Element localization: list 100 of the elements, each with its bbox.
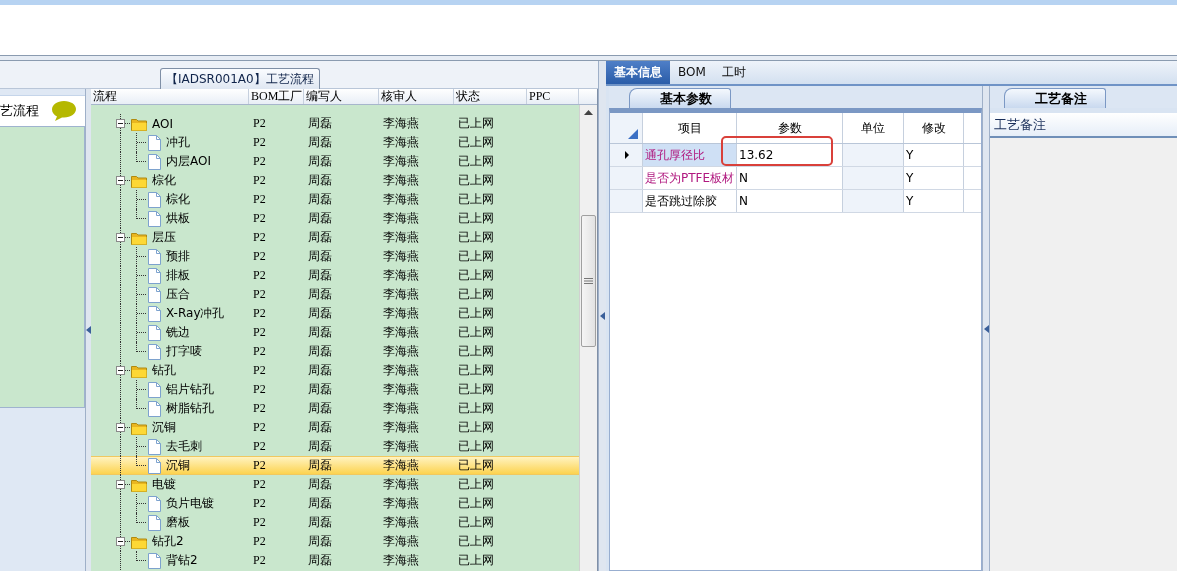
table-cell-text: 周磊 — [307, 286, 333, 303]
tree-row[interactable]: 压合 P2 周磊 李海燕 已上网 — [91, 285, 579, 304]
table-row[interactable]: 通孔厚径比 13.62 Y — [610, 144, 981, 167]
table-cell-text: 已上网 — [457, 248, 495, 265]
tree-row[interactable]: 钻孔2 P2 周磊 李海燕 已上网 — [91, 532, 579, 551]
tree-row[interactable]: 棕化 P2 周磊 李海燕 已上网 — [91, 190, 579, 209]
collapse-icon[interactable] — [116, 366, 125, 375]
tree-label: 电镀 — [152, 476, 176, 493]
table-cell-text: P2 — [252, 477, 267, 492]
tree-row[interactable]: 铝片钻孔 P2 周磊 李海燕 已上网 — [91, 380, 579, 399]
tree-row[interactable]: 预排 P2 周磊 李海燕 已上网 — [91, 247, 579, 266]
tab[interactable]: 工艺备注 — [1004, 88, 1106, 108]
table-cell-text: 已上网 — [457, 476, 495, 493]
tree-row[interactable]: 烘板 P2 周磊 李海燕 已上网 — [91, 209, 579, 228]
tab[interactable]: 基本参数 — [629, 88, 731, 108]
scroll-thumb[interactable] — [581, 215, 596, 347]
column-header[interactable]: PPC — [527, 89, 579, 104]
table-cell-text: P2 — [252, 420, 267, 435]
tree-label: 沉铜 — [152, 419, 176, 436]
table-cell-text: P2 — [252, 192, 267, 207]
tree-label: 沉铜 — [166, 457, 190, 474]
tree-row[interactable]: 打字唛 P2 周磊 李海燕 已上网 — [91, 342, 579, 361]
table-cell-text: P2 — [252, 116, 267, 131]
table-cell-text: 已上网 — [457, 153, 495, 170]
tree-row[interactable]: 磨板 P2 周磊 李海燕 已上网 — [91, 513, 579, 532]
table-cell-text: 李海燕 — [382, 286, 420, 303]
table-cell-text: 李海燕 — [382, 210, 420, 227]
tree-row[interactable]: 内层AOI P2 周磊 李海燕 已上网 — [91, 152, 579, 171]
table-cell[interactable]: Y — [904, 144, 964, 166]
tab[interactable]: 【IADSR001A0】工艺流程 — [160, 68, 320, 89]
tree-row[interactable]: 树脂钻孔 P2 周磊 李海燕 已上网 — [91, 399, 579, 418]
tree-row[interactable]: X-Ray冲孔 P2 周磊 李海燕 已上网 — [91, 304, 579, 323]
table-cell-text: P2 — [252, 154, 267, 169]
scroll-up-arrow-icon[interactable] — [584, 110, 593, 115]
document-icon — [148, 343, 161, 360]
table-cell-text: 周磊 — [307, 552, 333, 569]
document-icon — [148, 438, 161, 455]
current-row-icon — [625, 151, 629, 159]
table-cell-text: 已上网 — [457, 305, 495, 322]
table-cell[interactable]: 通孔厚径比 — [643, 144, 737, 166]
collapse-icon[interactable] — [116, 119, 125, 128]
tree-row[interactable]: 背钻2 P2 周磊 李海燕 已上网 — [91, 551, 579, 570]
table-cell[interactable] — [843, 190, 904, 212]
table-cell-text: P2 — [252, 458, 267, 473]
speech-bubble-icon — [51, 100, 77, 122]
tree-row[interactable]: 冲孔 P2 周磊 李海燕 已上网 — [91, 133, 579, 152]
collapse-icon[interactable] — [116, 176, 125, 185]
table-cell-text: 李海燕 — [382, 495, 420, 512]
table-row[interactable]: 是否跳过除胶 N Y — [610, 190, 981, 213]
tab[interactable]: 工时 — [713, 61, 754, 84]
tree-row[interactable]: 铣边 P2 周磊 李海燕 已上网 — [91, 323, 579, 342]
scrollbar[interactable] — [579, 105, 597, 571]
column-header[interactable]: 修改 — [904, 113, 964, 143]
table-cell-text: 李海燕 — [382, 343, 420, 360]
table-cell-text: 周磊 — [307, 495, 333, 512]
table-cell-text: 李海燕 — [382, 191, 420, 208]
tree-row[interactable]: 排板 P2 周磊 李海燕 已上网 — [91, 266, 579, 285]
collapse-icon[interactable] — [116, 423, 125, 432]
tree-row[interactable]: 层压 P2 周磊 李海燕 已上网 — [91, 228, 579, 247]
table-cell[interactable]: Y — [904, 167, 964, 189]
tab[interactable]: 基本信息 — [606, 61, 670, 84]
table-cell[interactable] — [843, 167, 904, 189]
tree-row[interactable]: AOI P2 周磊 李海燕 已上网 — [91, 114, 579, 133]
tree-row[interactable]: 钻孔 P2 周磊 李海燕 已上网 — [91, 361, 579, 380]
table-cell[interactable]: 是否为PTFE板材 — [643, 167, 737, 189]
tree-row[interactable]: 沉铜 P2 周磊 李海燕 已上网 — [91, 456, 579, 475]
table-cell-text: 周磊 — [307, 191, 333, 208]
tree-label: 钻孔2 — [152, 533, 184, 550]
column-header[interactable]: 核审人 — [379, 89, 454, 104]
table-cell[interactable]: 是否跳过除胶 — [643, 190, 737, 212]
tree-row[interactable]: 棕化 P2 周磊 李海燕 已上网 — [91, 171, 579, 190]
tree-label: 排板 — [166, 267, 190, 284]
tab[interactable]: BOM — [670, 61, 714, 84]
table-cell-text: 李海燕 — [382, 248, 420, 265]
row-header[interactable] — [610, 144, 643, 166]
folder-icon — [131, 477, 147, 492]
collapse-arrow-icon[interactable] — [600, 312, 605, 320]
column-header[interactable]: BOM工厂 — [249, 89, 304, 104]
column-header[interactable]: 流程 — [91, 89, 249, 104]
table-cell[interactable] — [843, 144, 904, 166]
column-header[interactable]: 编写人 — [304, 89, 379, 104]
table-cell-text: 李海燕 — [382, 514, 420, 531]
tree-row[interactable]: 电镀 P2 周磊 李海燕 已上网 — [91, 475, 579, 494]
table-cell-text: 李海燕 — [382, 324, 420, 341]
table-cell-text: P2 — [252, 363, 267, 378]
tree-row[interactable]: 负片电镀 P2 周磊 李海燕 已上网 — [91, 494, 579, 513]
tree-row[interactable]: 沉铜 P2 周磊 李海燕 已上网 — [91, 418, 579, 437]
table-cell[interactable]: Y — [904, 190, 964, 212]
collapse-arrow-icon[interactable] — [983, 324, 989, 333]
table-cell-text: 周磊 — [307, 153, 333, 170]
column-header[interactable]: 状态 — [454, 89, 527, 104]
table-cell-text: P2 — [252, 344, 267, 359]
column-header[interactable]: 项目 — [643, 113, 737, 143]
collapse-icon[interactable] — [116, 537, 125, 546]
collapse-icon[interactable] — [116, 480, 125, 489]
table-row[interactable]: 是否为PTFE板材 N Y — [610, 167, 981, 190]
document-icon — [148, 134, 161, 151]
document-icon — [148, 495, 161, 512]
collapse-icon[interactable] — [116, 233, 125, 242]
collapse-arrow-icon[interactable] — [86, 326, 91, 334]
